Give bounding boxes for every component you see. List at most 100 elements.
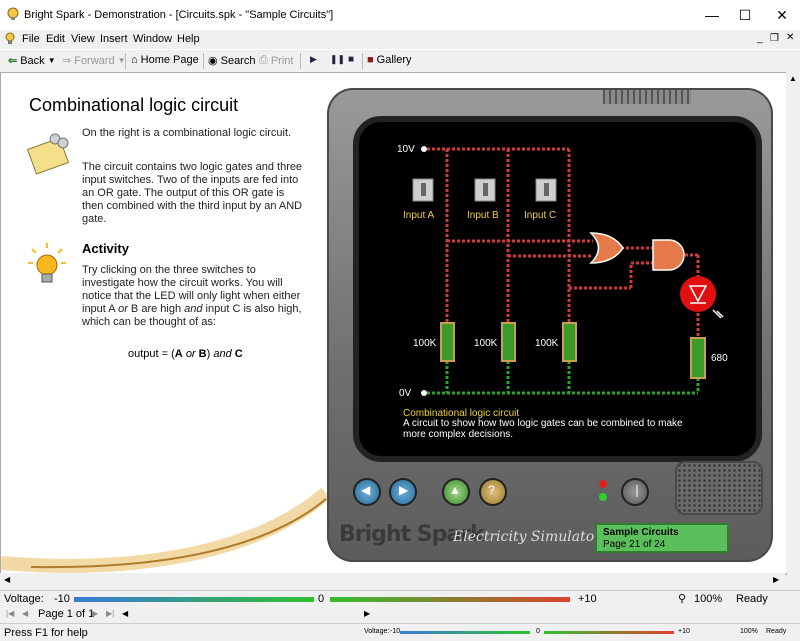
home-icon: ⌂ <box>131 54 138 66</box>
gallery-book-icon: ■ <box>367 54 374 66</box>
simulator-home-button[interactable]: ▲ <box>442 478 470 506</box>
play-button[interactable]: ▶ <box>310 54 317 65</box>
resistor-680 <box>690 337 706 379</box>
page-indicator-title: Sample Circuits <box>603 527 679 538</box>
label-100k-c: 100K <box>535 338 559 349</box>
next-page-icon[interactable]: ▶ <box>92 609 98 618</box>
next-arrow-icon: ▶ <box>399 483 409 497</box>
printer-icon: ⎙ <box>259 54 268 66</box>
last-page-icon[interactable]: ▶| <box>106 609 114 618</box>
back-button[interactable]: ⇐ Back ▼ <box>8 54 56 68</box>
pause-icon: ❚❚ <box>330 54 346 64</box>
home-icon: ▲ <box>449 483 461 497</box>
label-100k-a: 100K <box>413 338 437 349</box>
first-page-icon[interactable]: |◀ <box>6 609 14 618</box>
menu-window[interactable]: Window <box>133 33 172 45</box>
label-input-c: Input C <box>524 210 557 221</box>
menu-insert[interactable]: Insert <box>100 33 128 45</box>
binoculars-icon: ◉ <box>208 55 218 67</box>
and-gate <box>652 239 685 271</box>
gallery-button[interactable]: ■ Gallery <box>367 54 412 66</box>
menu-file[interactable]: File <box>22 33 40 45</box>
brand-subtitle: Electricity Simulator <box>453 529 601 545</box>
label-input-b: Input B <box>467 210 499 221</box>
scroll-left-icon[interactable]: ◀ <box>4 575 10 584</box>
mini-scale-negative <box>400 631 530 634</box>
status-ready: Ready <box>736 593 768 605</box>
stop-button[interactable]: ■ <box>348 54 354 65</box>
close-button[interactable]: ✕ <box>764 0 800 30</box>
window-title: Bright Spark - Demonstration - [Circuits… <box>24 9 334 21</box>
print-button[interactable]: ⎙ Print <box>259 54 293 67</box>
toolbar-separator <box>300 53 301 69</box>
green-status-light <box>599 493 607 501</box>
toolbar-separator <box>362 53 363 69</box>
back-label: Back <box>20 54 45 67</box>
toolbar: ⇐ Back ▼ ⇒ Forward ▼ ⌂ Home Page ◉ Searc… <box>0 49 800 73</box>
or-gate <box>589 232 624 264</box>
page-indicator-count: Page 21 of 24 <box>603 539 666 550</box>
led-light-arrows <box>712 309 724 319</box>
help-button[interactable]: ? <box>479 478 507 506</box>
search-label: Search <box>220 54 256 67</box>
minimize-button[interactable]: — <box>694 0 730 30</box>
led-indicator <box>680 276 716 312</box>
voltage-max: +10 <box>578 593 597 605</box>
forward-label: Forward <box>74 54 115 67</box>
switch-input-a[interactable] <box>412 178 434 202</box>
content-pane: Combinational logic circuit On the right… <box>0 72 787 575</box>
red-status-light <box>599 480 607 488</box>
page-label: Page 1 of 1 <box>38 608 95 620</box>
resistor-100k-b <box>501 322 516 362</box>
label-10v: 10V <box>397 144 415 155</box>
home-page-button[interactable]: ⌂ Home Page <box>131 54 199 66</box>
forward-button[interactable]: ⇒ Forward ▼ <box>62 54 125 68</box>
voltage-bar: Voltage: -10 0 +10 ⚲ 100% Ready <box>0 590 800 607</box>
gallery-label: Gallery <box>376 54 412 66</box>
search-button[interactable]: ◉ Search <box>208 54 256 68</box>
previous-arrow-icon: ◀ <box>361 483 371 497</box>
resistor-100k-c <box>562 322 577 362</box>
mini-voltage-mid: 0 <box>536 628 540 635</box>
forward-arrow-icon: ⇒ <box>62 55 72 67</box>
label-100k-b: 100K <box>474 338 498 349</box>
mdi-close-button[interactable]: ✕ <box>786 32 794 43</box>
maximize-button[interactable]: ☐ <box>727 0 763 30</box>
power-button[interactable]: ❘ <box>621 478 649 506</box>
help-icon: ? <box>488 483 495 497</box>
back-arrow-icon: ⇐ <box>8 55 18 67</box>
scroll-up-icon[interactable]: ▲ <box>789 74 797 83</box>
vertical-scrollbar[interactable]: ▲ <box>786 72 800 573</box>
voltage-mid: 0 <box>318 593 325 605</box>
switch-input-b[interactable] <box>474 178 496 202</box>
terminal-10v <box>421 146 427 152</box>
mini-zoom-level: 100% <box>740 628 758 635</box>
voltage-scale-negative <box>74 597 314 602</box>
next-page-button[interactable]: ▶ <box>389 478 417 506</box>
mdi-restore-button[interactable]: ❐ <box>770 33 779 44</box>
pager-scroll-left-icon[interactable]: ◀ <box>122 609 128 618</box>
prev-page-icon[interactable]: ◀ <box>22 609 28 618</box>
menu-view[interactable]: View <box>71 33 95 45</box>
scroll-right-icon[interactable]: ▶ <box>773 575 779 584</box>
pause-button[interactable]: ❚❚ <box>330 54 345 65</box>
wires-low <box>445 361 700 393</box>
dropdown-arrow-icon: ▼ <box>47 56 56 65</box>
switch-input-c[interactable] <box>535 178 557 202</box>
pager-scroll-right-icon[interactable]: ▶ <box>364 609 370 618</box>
menu-edit[interactable]: Edit <box>46 33 65 45</box>
previous-page-button[interactable]: ◀ <box>353 478 381 506</box>
mini-scale-positive <box>544 631 674 634</box>
mdi-minimize-button[interactable]: _ <box>757 33 763 44</box>
print-label: Print <box>270 54 294 67</box>
horizontal-scrollbar[interactable]: ◀ ▶ <box>0 573 785 587</box>
voltage-min: -10 <box>54 593 70 605</box>
page-indicator: Sample Circuits Page 21 of 24 <box>595 523 729 553</box>
menu-bar: File Edit View Insert Window Help _ ❐ ✕ <box>0 30 800 48</box>
bright-spark-app-icon <box>6 7 20 21</box>
voltage-label: Voltage: <box>4 593 44 605</box>
menu-help[interactable]: Help <box>177 33 200 45</box>
status-bar: Press F1 for help Voltage: -10 0 +10 100… <box>0 623 800 641</box>
label-input-a: Input A <box>403 210 435 221</box>
zoom-icon: ⚲ <box>678 593 687 605</box>
